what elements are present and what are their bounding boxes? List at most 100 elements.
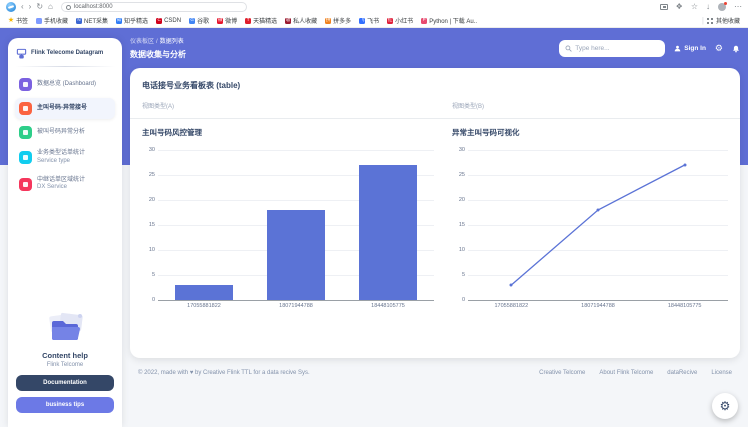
bar-chart-title: 主叫号码风控管理 <box>142 127 452 138</box>
charts-row: 051015202530 170558818221807194478818448… <box>142 140 728 309</box>
y-tick-label: 15 <box>451 222 465 228</box>
bar-chart-plot: 051015202530 <box>158 150 434 300</box>
help-title: Content help <box>42 351 88 360</box>
other-bookmarks-label: 其他收藏 <box>716 16 740 25</box>
bookmark-item[interactable]: 收私人收藏 <box>285 16 317 25</box>
sidebar-nav: 数据总览 (Dashboard) 主叫号码-异常接号 被叫号码异常分析 业务类型… <box>15 74 115 199</box>
bookmark-label: 私人收藏 <box>293 16 317 25</box>
bookmark-favicon <box>36 18 42 24</box>
bookmarks-bar-items: ★书签手机收藏NNET采集知知乎精选CCSDNG谷歌微微博T天猫精选收私人收藏拼… <box>8 16 477 25</box>
search-icon <box>565 45 572 52</box>
bookmark-favicon: T <box>245 18 251 24</box>
browser-actions: ❖ ☆ ↓ ⋯ <box>660 3 742 11</box>
bookmark-item[interactable]: 拼拼多多 <box>325 16 351 25</box>
sidebar-item-caller-anomaly[interactable]: 主叫号码-异常接号 <box>15 98 115 119</box>
bookmark-item[interactable]: G谷歌 <box>189 16 209 25</box>
line-chart-xlabels: 170558818221807194478818448105775 <box>468 303 728 309</box>
breadcrumb: 仪表板区/数据列表 <box>130 36 186 45</box>
bookmark-item[interactable]: CCSDN <box>156 18 181 24</box>
bookmark-item[interactable]: 手机收藏 <box>36 16 68 25</box>
settings-gear-icon[interactable]: ⚙ <box>715 44 723 53</box>
view-type-labels: 视图类型(A) 视图类型(B) <box>142 101 728 110</box>
bookmark-label: 天猫精选 <box>253 16 277 25</box>
search-input[interactable] <box>575 45 657 52</box>
sidebar: Flink Telecome Datagram 数据总览 (Dashboard)… <box>8 38 122 427</box>
bookmark-item[interactable]: NNET采集 <box>76 16 108 25</box>
x-tick-label: 18448105775 <box>342 303 434 309</box>
y-tick-label: 10 <box>451 247 465 253</box>
sidebar-item-service-type[interactable]: 业务类型话单统计 Service type <box>15 146 115 170</box>
favorite-star-icon[interactable]: ☆ <box>691 3 698 11</box>
bookmark-item[interactable]: 飞飞书 <box>359 16 379 25</box>
back-button[interactable]: ‹ <box>21 3 24 11</box>
footer-link-about[interactable]: About Flink Telcome <box>599 370 653 376</box>
x-tick-label: 18448105775 <box>641 303 728 309</box>
bookmark-item[interactable]: 红小红书 <box>387 16 413 25</box>
sidebar-brand[interactable]: Flink Telecome Datagram <box>15 46 115 65</box>
card-divider <box>130 118 740 119</box>
bookmark-label: 知乎精选 <box>124 16 148 25</box>
forward-button[interactable]: › <box>29 3 32 11</box>
sidebar-item-dx-service[interactable]: 中继话单区域统计 DX Service <box>15 173 115 197</box>
page-header: 仪表板区/数据列表 数据收集与分析 Sign In <box>130 36 740 68</box>
bookmark-item[interactable]: ★书签 <box>8 16 28 25</box>
sidebar-item-dashboard[interactable]: 数据总览 (Dashboard) <box>15 74 115 95</box>
bookmark-item[interactable]: T天猫精选 <box>245 16 277 25</box>
breadcrumb-root[interactable]: 仪表板区 <box>130 39 154 45</box>
help-subtitle: Flink Telcome <box>47 362 84 368</box>
line-series <box>468 150 728 300</box>
brand-label: Flink Telecome Datagram <box>31 50 103 57</box>
y-tick-label: 20 <box>451 197 465 203</box>
notifications-bell-icon[interactable] <box>732 45 740 53</box>
browser-toolbar: ‹ › ↻ ⌂ localhost:8000 ❖ ☆ ↓ ⋯ <box>0 0 748 14</box>
x-tick-label: 18071944788 <box>555 303 642 309</box>
brand-diagram-icon <box>16 48 27 59</box>
url-text: localhost:8000 <box>74 4 113 10</box>
other-bookmarks-button[interactable]: | 其他收藏 <box>702 16 740 25</box>
pip-icon[interactable] <box>660 4 668 10</box>
bookmark-item[interactable]: 微微博 <box>217 16 237 25</box>
page-footer: © 2022, made with ♥ by Creative Flink TT… <box>138 370 732 376</box>
chart-titles: 主叫号码风控管理 异常主叫号码可视化 <box>142 127 728 138</box>
address-bar[interactable]: localhost:8000 <box>61 2 247 12</box>
site-info-icon[interactable] <box>66 5 71 10</box>
bookmark-item[interactable]: 知知乎精选 <box>116 16 148 25</box>
downloads-icon[interactable]: ↓ <box>706 3 710 11</box>
y-tick-label: 0 <box>451 297 465 303</box>
footer-link-license[interactable]: License <box>711 370 732 376</box>
sidebar-item-callee-analysis[interactable]: 被叫号码异常分析 <box>15 122 115 143</box>
reload-button[interactable]: ↻ <box>36 3 43 11</box>
profile-avatar[interactable] <box>718 3 726 11</box>
y-tick-label: 10 <box>141 247 155 253</box>
sidebar-help-card: Content help Flink Telcome Documentation… <box>15 305 115 419</box>
search-box[interactable] <box>559 40 665 57</box>
footer-link-datarecive[interactable]: dataRecive <box>667 370 697 376</box>
caller-anomaly-icon <box>19 102 32 115</box>
bookmark-label: 小红书 <box>395 16 413 25</box>
line-chart-title: 异常主叫号码可视化 <box>452 127 728 138</box>
extensions-icon[interactable]: ❖ <box>676 3 683 11</box>
y-tick-label: 0 <box>141 297 155 303</box>
view-type-a-label: 视图类型(A) <box>142 101 452 110</box>
browser-menu-icon[interactable]: ⋯ <box>734 3 742 11</box>
bookmark-item[interactable]: PPython | 下载 Au.. <box>421 16 477 25</box>
bookmark-label: Python | 下载 Au.. <box>429 16 477 25</box>
bookmark-favicon: 知 <box>116 18 122 24</box>
app-viewport: Flink Telecome Datagram 数据总览 (Dashboard)… <box>0 28 748 427</box>
bar <box>175 285 234 300</box>
other-bookmarks-icon <box>707 18 713 24</box>
screen: ‹ › ↻ ⌂ localhost:8000 ❖ ☆ ↓ ⋯ ★书签手机收藏 NN… <box>0 0 748 427</box>
footer-link-creative[interactable]: Creative Telcome <box>539 370 585 376</box>
y-tick-label: 5 <box>451 272 465 278</box>
sign-in-button[interactable]: Sign In <box>674 45 706 52</box>
page-title: 数据收集与分析 <box>130 49 186 60</box>
documentation-button[interactable]: Documentation <box>16 375 114 391</box>
sidebar-divider <box>15 66 115 67</box>
x-tick-label: 17055881822 <box>158 303 250 309</box>
settings-fab-button[interactable]: ⚙ <box>712 393 738 419</box>
bookmark-label: 微博 <box>225 16 237 25</box>
business-tips-button[interactable]: business tips <box>16 397 114 413</box>
bookmark-label: 拼多多 <box>333 16 351 25</box>
home-button[interactable]: ⌂ <box>48 3 53 11</box>
x-tick-label: 17055881822 <box>468 303 555 309</box>
